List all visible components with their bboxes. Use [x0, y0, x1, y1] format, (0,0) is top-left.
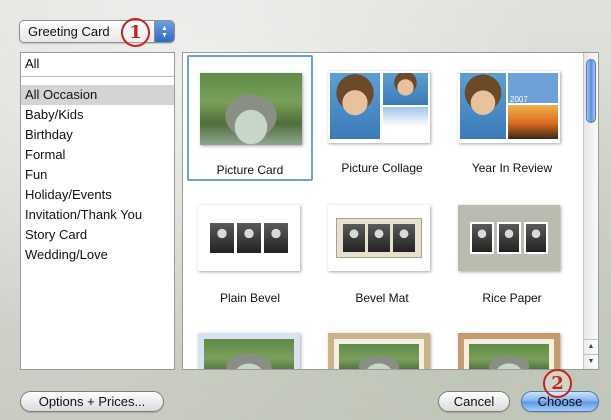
template-rice-paper[interactable]: Rice Paper [449, 185, 575, 311]
up-down-arrows-icon: ▲ ▼ [154, 21, 174, 42]
category-item-story-card[interactable]: Story Card [21, 225, 174, 245]
year-badge: 2007 [510, 95, 528, 104]
template-picture-collage[interactable]: Picture Collage [319, 55, 445, 181]
category-item-fun[interactable]: Fun [21, 165, 174, 185]
category-item-holiday-events[interactable]: Holiday/Events [21, 185, 174, 205]
row3-thumbnail-1 [198, 333, 300, 369]
callout-2: 2 [543, 369, 572, 398]
options-prices-button[interactable]: Options + Prices... [20, 391, 164, 412]
template-label: Year In Review [471, 161, 553, 175]
template-row3-2[interactable] [319, 315, 445, 369]
category-item-all-occasion[interactable]: All Occasion [21, 85, 174, 105]
template-plain-bevel[interactable]: Plain Bevel [187, 185, 313, 311]
row3-thumbnail-2 [328, 333, 430, 369]
template-label: Picture Collage [341, 161, 423, 175]
bevel-mat-thumbnail [328, 205, 430, 271]
scrollbar-thumb[interactable] [586, 59, 596, 123]
template-label: Picture Card [216, 163, 284, 177]
picture-collage-thumbnail [328, 71, 430, 143]
template-label: Bevel Mat [355, 291, 409, 305]
picture-card-thumbnail [200, 73, 302, 145]
scroll-down-arrow-icon[interactable]: ▼ [584, 354, 598, 368]
scroll-up-arrow-icon[interactable]: ▲ [584, 339, 598, 353]
theme-popup[interactable]: Greeting Card ▲ ▼ [19, 20, 175, 43]
cancel-button[interactable]: Cancel [438, 391, 510, 412]
category-item-birthday[interactable]: Birthday [21, 125, 174, 145]
category-list: All All Occasion Baby/Kids Birthday Form… [20, 52, 175, 370]
row3-thumbnail-3 [458, 333, 560, 369]
plain-bevel-thumbnail [198, 205, 300, 271]
template-year-in-review[interactable]: 2007 Year In Review [449, 55, 575, 181]
template-grid: Picture Card Picture Collage 2007 Year I… [182, 52, 599, 370]
template-label: Rice Paper [482, 291, 542, 305]
template-row3-1[interactable] [187, 315, 313, 369]
template-scrollbar[interactable]: ▲ ▼ [583, 53, 598, 369]
callout-1: 1 [121, 18, 150, 47]
template-row3-3[interactable] [449, 315, 575, 369]
category-item-wedding-love[interactable]: Wedding/Love [21, 245, 174, 265]
category-item-baby-kids[interactable]: Baby/Kids [21, 105, 174, 125]
template-picture-card[interactable]: Picture Card [187, 55, 313, 181]
category-all[interactable]: All [21, 53, 174, 77]
year-in-review-thumbnail: 2007 [458, 71, 560, 143]
rice-paper-thumbnail [458, 205, 560, 271]
template-label: Plain Bevel [219, 291, 281, 305]
category-item-formal[interactable]: Formal [21, 145, 174, 165]
category-item-invitation-thank-you[interactable]: Invitation/Thank You [21, 205, 174, 225]
template-bevel-mat[interactable]: Bevel Mat [319, 185, 445, 311]
